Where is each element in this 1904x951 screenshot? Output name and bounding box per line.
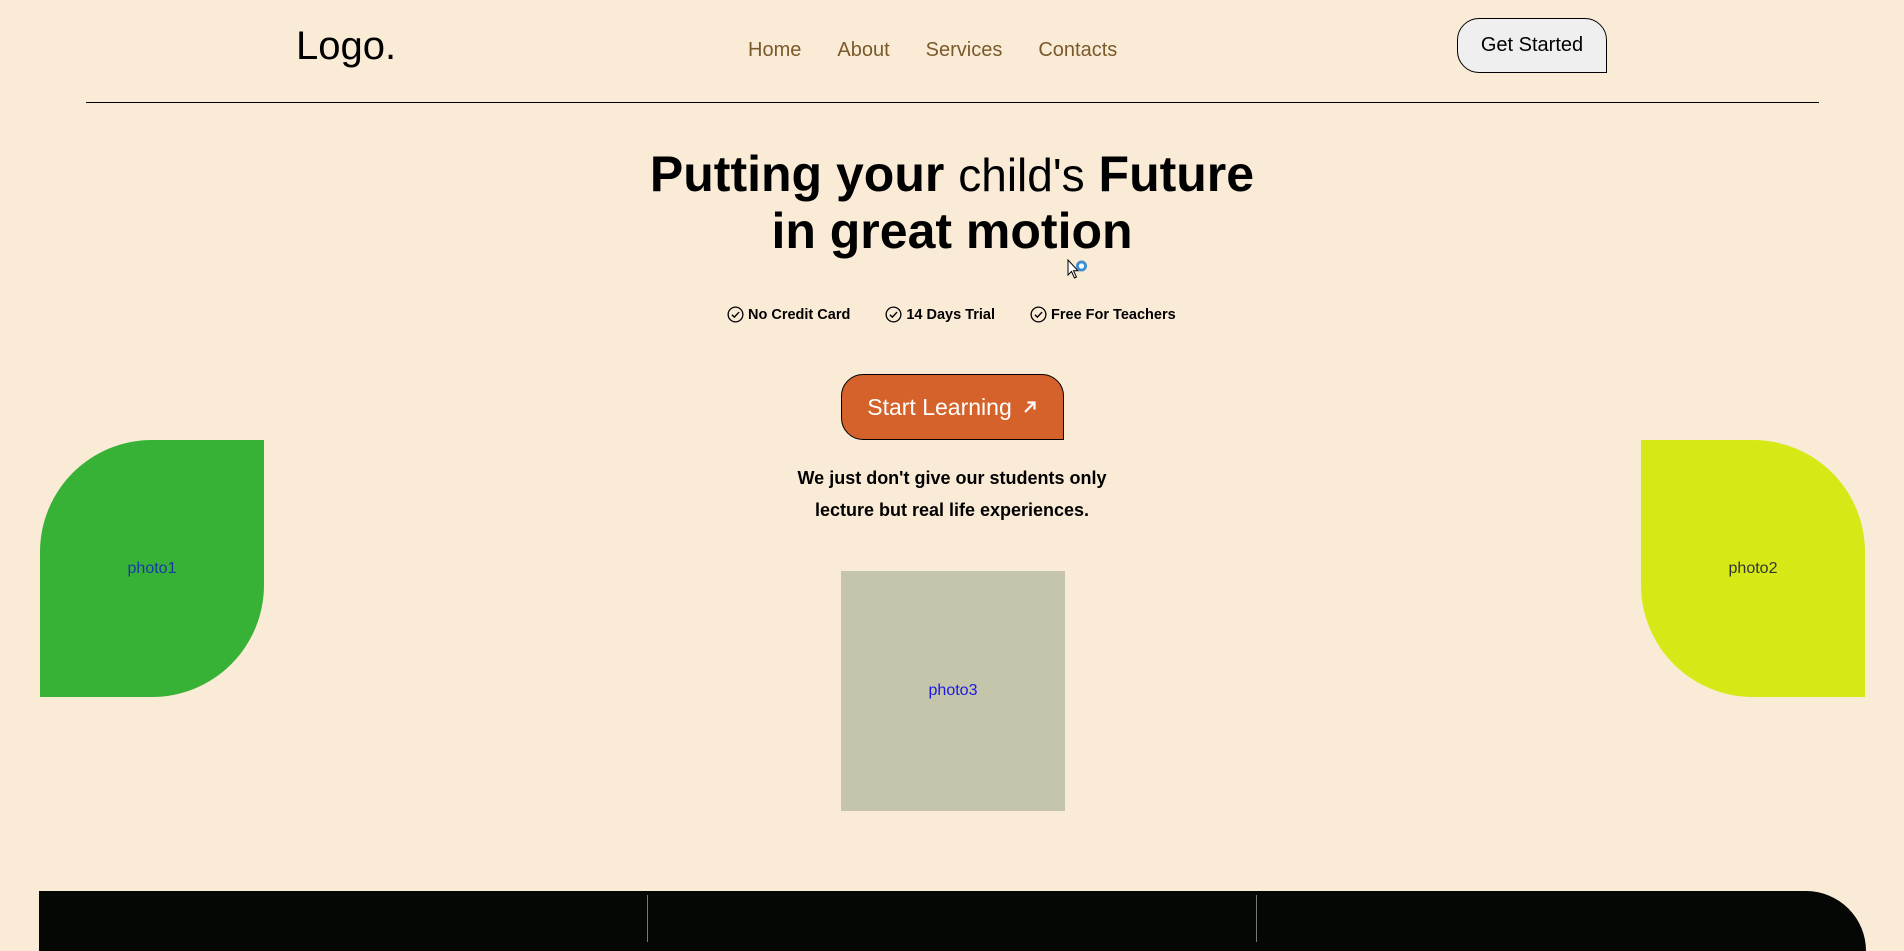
hero-headline: Putting your child's Future in great mot… <box>552 146 1352 259</box>
start-learning-button[interactable]: Start Learning <box>841 374 1064 440</box>
band-separator <box>1256 895 1257 942</box>
header-divider <box>86 102 1819 103</box>
feature-no-credit-card: No Credit Card <box>727 306 850 323</box>
feature-list: No Credit Card 14 Days Trial Free For Te… <box>727 306 1211 323</box>
photo2-placeholder: photo2 <box>1641 440 1865 697</box>
nav-services[interactable]: Services <box>926 38 1003 62</box>
logo[interactable]: Logo. <box>296 22 396 70</box>
feature-label: No Credit Card <box>748 306 851 323</box>
headline-light: child's <box>958 149 1085 201</box>
headline-line2: in great motion <box>771 203 1133 259</box>
headline-part1: Putting your <box>649 146 945 202</box>
nav-home[interactable]: Home <box>748 38 801 62</box>
mouse-cursor-icon <box>1066 258 1092 291</box>
nav-contacts[interactable]: Contacts <box>1038 38 1117 62</box>
tagline-line1: We just don't give our students only <box>797 468 1107 488</box>
arrow-up-right-icon <box>1022 399 1038 415</box>
feature-label: Free For Teachers <box>1051 306 1176 323</box>
photo3-label: photo3 <box>928 682 978 699</box>
nav-about[interactable]: About <box>837 38 889 62</box>
check-circle-icon <box>1030 306 1047 323</box>
band-separator <box>647 895 648 942</box>
photo2-label: photo2 <box>1728 559 1778 577</box>
check-circle-icon <box>727 306 744 323</box>
feature-14-days-trial: 14 Days Trial <box>885 306 995 323</box>
start-learning-label: Start Learning <box>867 393 1012 420</box>
headline-part2: Future <box>1098 146 1255 202</box>
feature-label: 14 Days Trial <box>906 306 995 323</box>
feature-free-for-teachers: Free For Teachers <box>1030 306 1176 323</box>
get-started-button[interactable]: Get Started <box>1457 18 1607 73</box>
tagline-line2: lecture but real life experiences. <box>814 500 1090 520</box>
photo3-placeholder: photo3 <box>841 571 1065 811</box>
bottom-band <box>39 891 1866 951</box>
photo1-label: photo1 <box>127 559 177 577</box>
main-nav: Home About Services Contacts <box>748 38 1153 62</box>
photo1-placeholder: photo1 <box>40 440 264 697</box>
hero-tagline: We just don't give our students only lec… <box>752 462 1152 526</box>
check-circle-icon <box>885 306 902 323</box>
